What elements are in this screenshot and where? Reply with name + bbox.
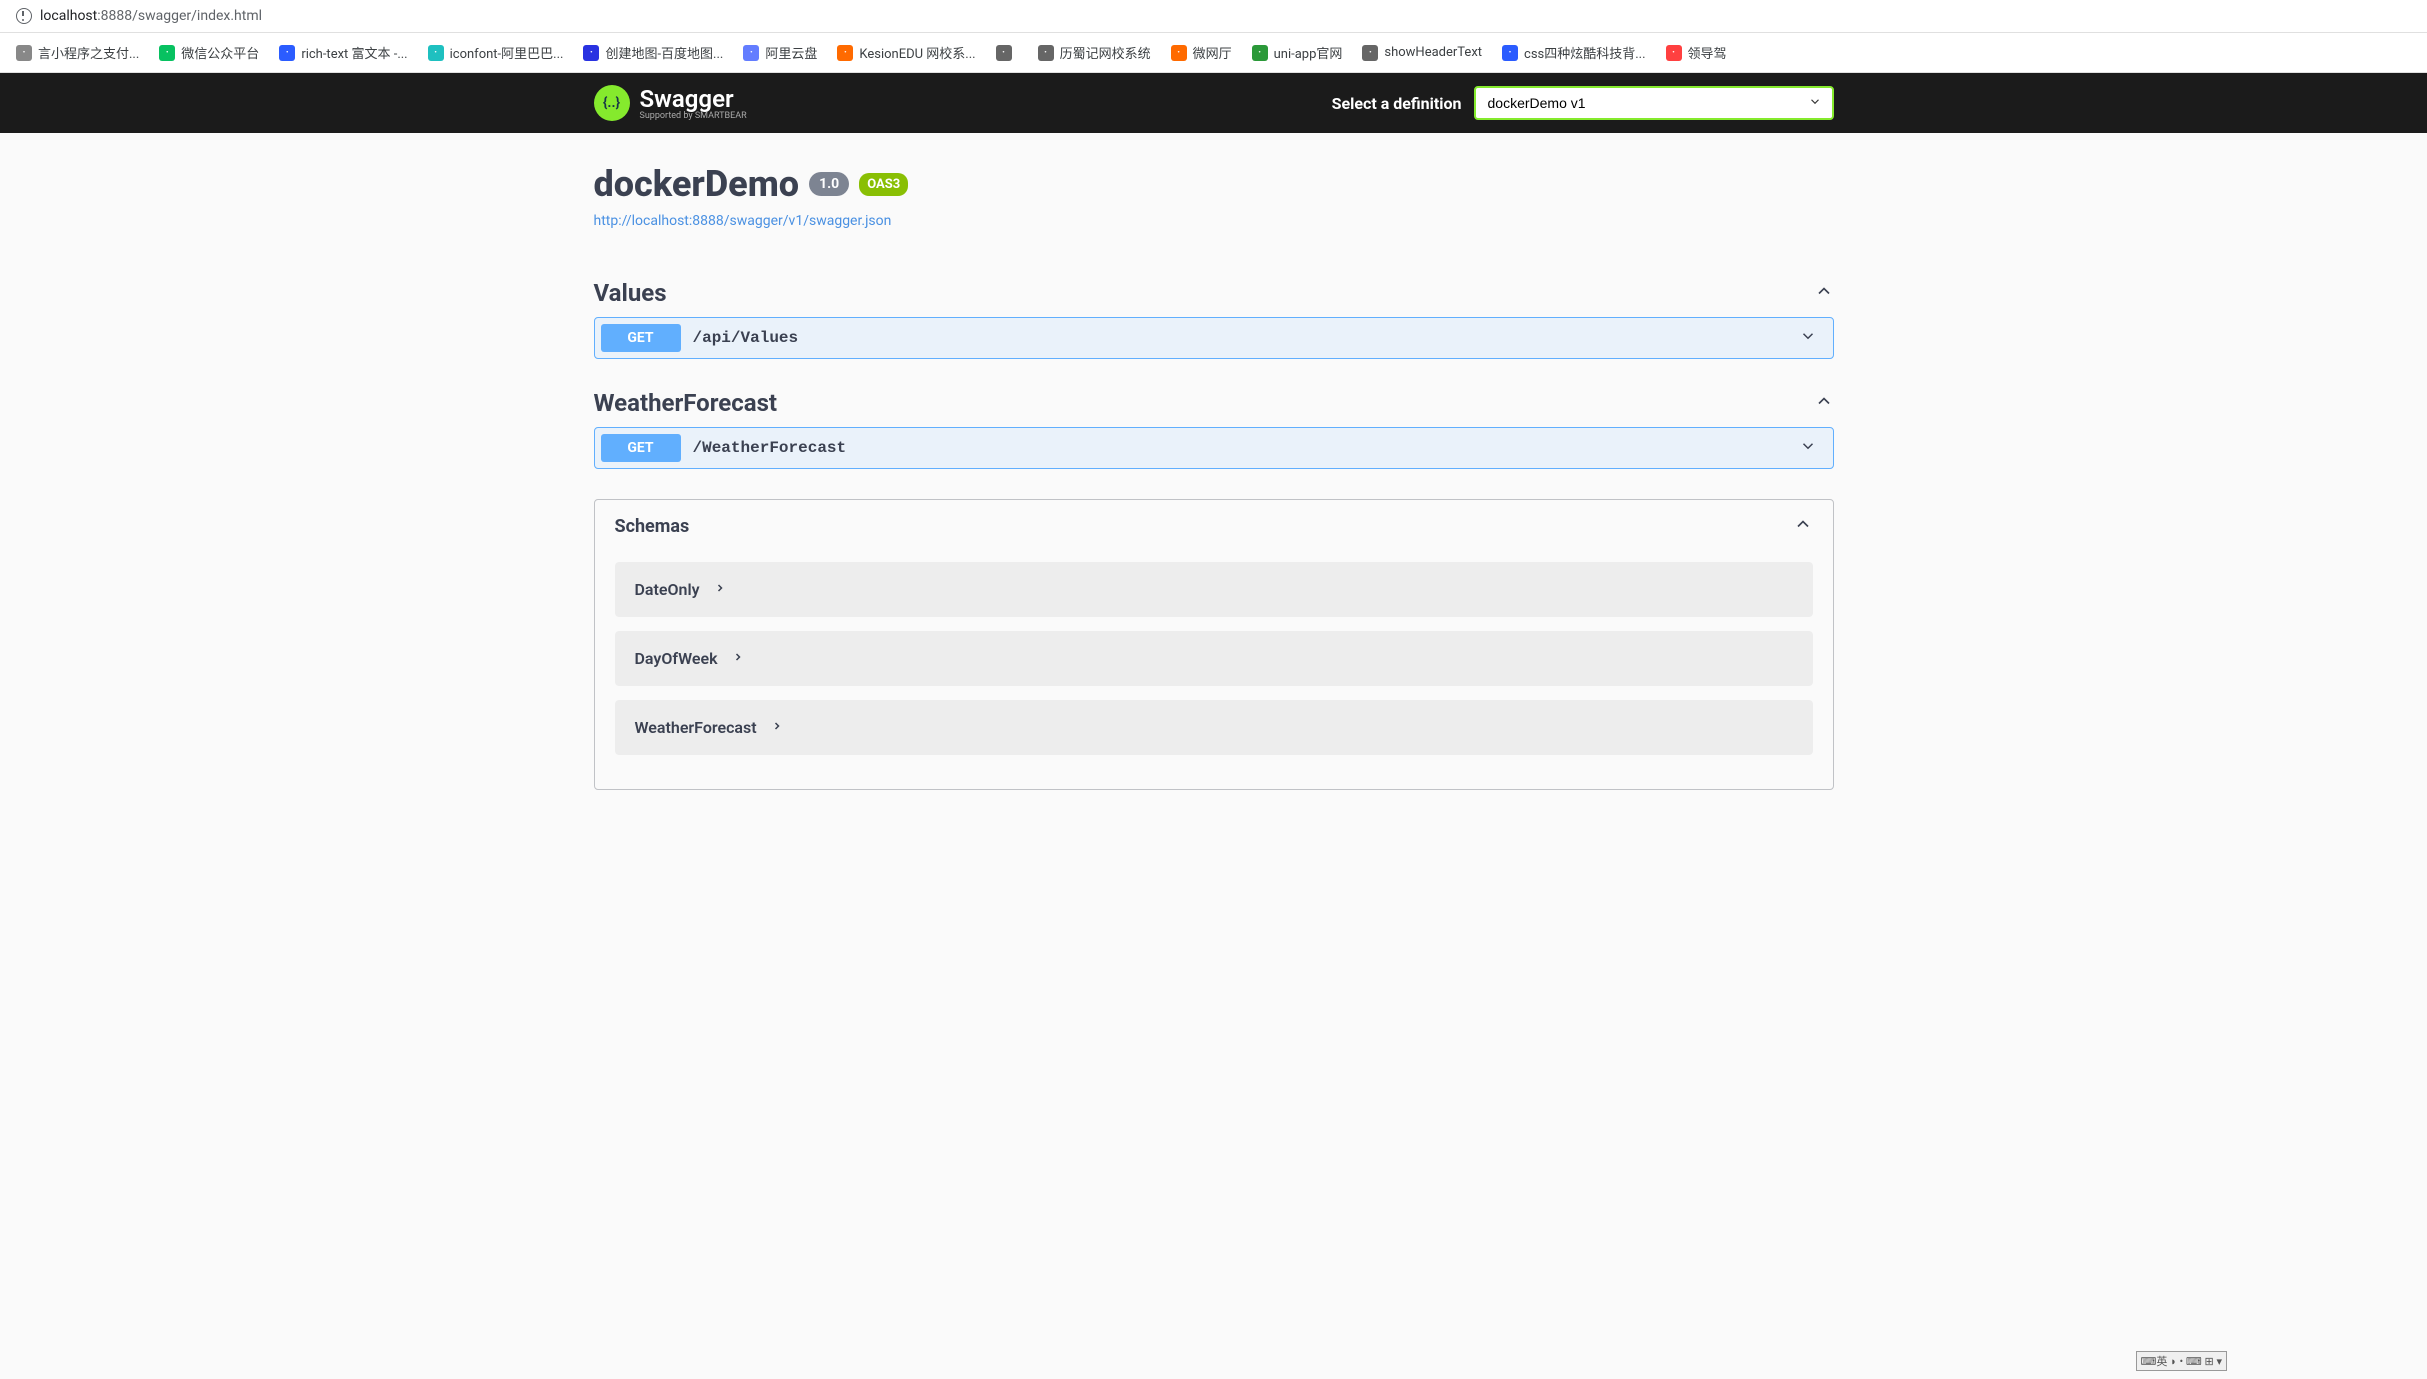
definition-select[interactable]: dockerDemo v1 <box>1474 86 1834 120</box>
definition-label: Select a definition <box>1332 94 1462 113</box>
bookmark-favicon: · <box>996 45 1012 61</box>
chevron-right-icon <box>714 582 726 598</box>
api-title: dockerDemo 1.0 OAS3 <box>594 163 909 205</box>
bookmark-label: 领导驾 <box>1688 43 1727 62</box>
bookmark-favicon: · <box>159 45 175 61</box>
schemas-header[interactable]: Schemas <box>595 500 1833 552</box>
operation-summary[interactable]: GET/api/Values <box>595 318 1833 358</box>
schema-item[interactable]: DateOnly <box>615 562 1813 617</box>
bookmark-label: 言小程序之支付... <box>38 43 139 62</box>
bookmark-item[interactable]: · 领导驾 <box>1658 39 1735 66</box>
operation-summary[interactable]: GET/WeatherForecast <box>595 428 1833 468</box>
bookmarks-bar: · 言小程序之支付... · 微信公众平台 · rich-text 富文本 -... · ic… <box>0 33 2427 73</box>
bookmark-favicon: · <box>583 45 599 61</box>
tag-name: Values <box>594 279 667 307</box>
url-display[interactable]: localhost:8888/swagger/index.html <box>40 8 262 24</box>
swagger-container: dockerDemo 1.0 OAS3 http://localhost:888… <box>574 133 1854 820</box>
bookmark-favicon: · <box>279 45 295 61</box>
bookmark-label: css四种炫酷科技背... <box>1524 43 1646 62</box>
bookmark-item[interactable]: · 历蜀记网校系统 <box>1030 39 1159 66</box>
bookmark-favicon: · <box>1362 45 1378 61</box>
tag-section: WeatherForecast GET/WeatherForecast <box>594 379 1834 469</box>
chevron-up-icon <box>1814 391 1834 415</box>
tag-header[interactable]: Values <box>594 269 1834 317</box>
swagger-logo[interactable]: {..} Swagger Supported by SMARTBEAR <box>594 85 747 121</box>
bookmark-label: rich-text 富文本 -... <box>301 43 407 62</box>
api-info: dockerDemo 1.0 OAS3 http://localhost:888… <box>594 163 1834 229</box>
swagger-logo-subtitle: Supported by SMARTBEAR <box>640 111 747 121</box>
bookmark-favicon: · <box>428 45 444 61</box>
url-host: localhost <box>40 8 97 24</box>
bookmark-favicon: · <box>743 45 759 61</box>
bookmark-item[interactable]: · css四种炫酷科技背... <box>1494 39 1654 66</box>
schema-name: DayOfWeek <box>635 649 718 668</box>
operation-block: GET/api/Values <box>594 317 1834 359</box>
bookmark-item[interactable]: · showHeaderText <box>1354 41 1490 65</box>
bookmark-label: iconfont-阿里巴巴... <box>450 43 564 62</box>
chevron-right-icon <box>732 651 744 667</box>
swagger-logo-text: Swagger <box>640 85 747 113</box>
bookmark-label: showHeaderText <box>1384 45 1482 60</box>
chevron-up-icon <box>1814 281 1834 305</box>
url-port: :8888 <box>97 8 132 24</box>
bookmark-item[interactable]: · 言小程序之支付... <box>8 39 147 66</box>
spec-url-link[interactable]: http://localhost:8888/swagger/v1/swagger… <box>594 213 892 229</box>
chevron-up-icon <box>1793 514 1813 538</box>
oas-badge: OAS3 <box>859 173 908 196</box>
version-badge: 1.0 <box>809 172 849 196</box>
bookmark-label: 阿里云盘 <box>765 43 817 62</box>
schema-name: WeatherForecast <box>635 718 757 737</box>
bookmark-label: 创建地图-百度地图... <box>605 43 723 62</box>
chevron-down-icon <box>1799 437 1817 459</box>
bookmark-item[interactable]: · iconfont-阿里巴巴... <box>420 39 572 66</box>
ime-status-bar[interactable]: ⌨英 ◗ • ⌨ ⊞ ▾ <box>2136 1351 2228 1371</box>
bookmark-favicon: · <box>1502 45 1518 61</box>
method-badge: GET <box>601 324 681 352</box>
bookmark-item[interactable]: · 微网厅 <box>1163 39 1240 66</box>
bookmark-favicon: · <box>1666 45 1682 61</box>
operation-block: GET/WeatherForecast <box>594 427 1834 469</box>
bookmark-label: 微信公众平台 <box>181 43 259 62</box>
bookmark-item[interactable]: · 创建地图-百度地图... <box>575 39 731 66</box>
bookmark-favicon: · <box>1252 45 1268 61</box>
bookmark-item[interactable]: · KesionEDU 网校系... <box>829 39 983 66</box>
bookmark-item[interactable]: · 微信公众平台 <box>151 39 267 66</box>
definition-selector-wrap: Select a definition dockerDemo v1 <box>1332 86 1834 120</box>
bookmark-label: 历蜀记网校系统 <box>1060 43 1151 62</box>
bookmark-item[interactable]: · <box>988 41 1026 65</box>
schema-name: DateOnly <box>635 580 700 599</box>
operation-path: /WeatherForecast <box>693 439 1799 457</box>
schema-item[interactable]: DayOfWeek <box>615 631 1813 686</box>
tag-header[interactable]: WeatherForecast <box>594 379 1834 427</box>
browser-address-bar: localhost:8888/swagger/index.html <box>0 0 2427 33</box>
chevron-right-icon <box>771 720 783 736</box>
url-path: /swagger/index.html <box>132 8 262 24</box>
operation-path: /api/Values <box>693 329 1799 347</box>
tag-section: Values GET/api/Values <box>594 269 1834 359</box>
bookmark-favicon: · <box>16 45 32 61</box>
swagger-topbar: {..} Swagger Supported by SMARTBEAR Sele… <box>0 73 2427 133</box>
bookmark-favicon: · <box>1171 45 1187 61</box>
ime-text: ⌨英 ◗ • ⌨ ⊞ ▾ <box>2141 1353 2223 1369</box>
api-title-text: dockerDemo <box>594 163 800 205</box>
schemas-title: Schemas <box>615 516 690 537</box>
bookmark-item[interactable]: · rich-text 富文本 -... <box>271 39 415 66</box>
bookmark-favicon: · <box>1038 45 1054 61</box>
bookmark-label: 微网厅 <box>1193 43 1232 62</box>
bookmark-favicon: · <box>837 45 853 61</box>
bookmark-item[interactable]: · 阿里云盘 <box>735 39 825 66</box>
method-badge: GET <box>601 434 681 462</box>
bookmark-item[interactable]: · uni-app官网 <box>1244 39 1351 66</box>
chevron-down-icon <box>1799 327 1817 349</box>
bookmark-label: uni-app官网 <box>1274 43 1343 62</box>
site-info-icon[interactable] <box>16 8 32 24</box>
schemas-section: Schemas DateOnly DayOfWeek WeatherForecast <box>594 499 1834 790</box>
swagger-logo-icon: {..} <box>594 85 630 121</box>
schema-item[interactable]: WeatherForecast <box>615 700 1813 755</box>
tag-name: WeatherForecast <box>594 389 778 417</box>
bookmark-label: KesionEDU 网校系... <box>859 43 975 62</box>
